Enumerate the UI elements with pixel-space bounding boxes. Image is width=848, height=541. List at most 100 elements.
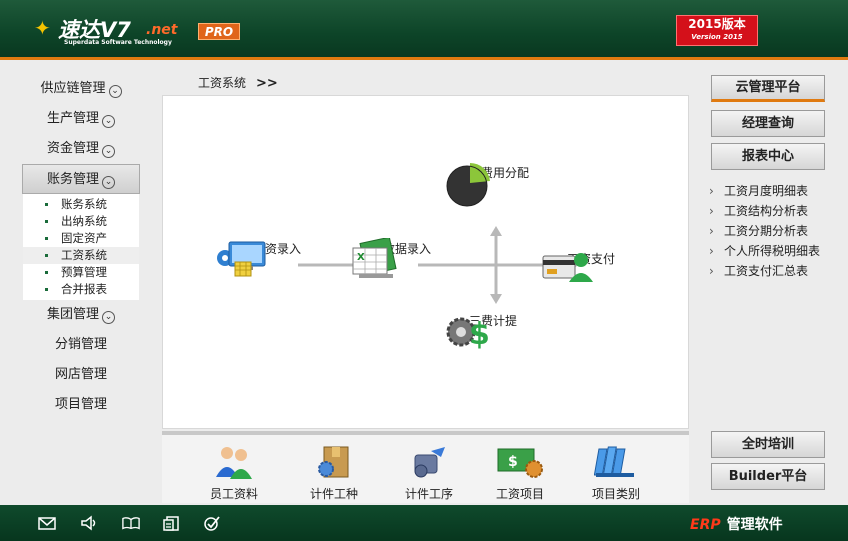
- submenu-label: 工资系统: [61, 248, 107, 262]
- node-data-entry[interactable]: X 工资数据录入: [345, 238, 445, 278]
- nav-label: 供应链管理: [40, 81, 106, 96]
- tool-piecework-type[interactable]: 计件工种: [294, 443, 374, 502]
- cloud-platform-button[interactable]: 云管理平台: [711, 75, 825, 102]
- chevron-right-icon: ›: [709, 264, 714, 278]
- node-piecework-entry[interactable]: 计件工资录入: [215, 238, 315, 277]
- report-label: 工资月度明细表: [724, 184, 809, 198]
- computer-gear-icon: [217, 241, 266, 277]
- gear-dollar-icon: $: [446, 317, 490, 350]
- nav-item-online-store[interactable]: 网店管理: [22, 360, 140, 390]
- version-subtitle: Version 2015: [691, 33, 743, 41]
- header-bar: ✦ 速达V7 .net Superdata Software Technolog…: [0, 0, 848, 60]
- book-icon[interactable]: [122, 515, 140, 531]
- bullet-icon: [45, 237, 48, 240]
- report-link-monthly-detail[interactable]: › 工资月度明细表: [708, 181, 843, 201]
- workflow-panel: 计件工资录入 X 工资数据录入 工资费用分配 工资支付: [162, 95, 689, 429]
- submenu-label: 账务系统: [61, 197, 107, 211]
- bullet-icon: [45, 288, 48, 291]
- box-gear-icon: [318, 446, 349, 478]
- logo-subtitle: Superdata Software Technology: [64, 39, 172, 46]
- submenu-item-consolidated[interactable]: 合并报表: [23, 281, 139, 298]
- report-list: › 工资月度明细表 › 工资结构分析表 › 工资分期分析表 › 个人所得税明细表 › 工资…: [708, 181, 843, 281]
- nav-item-funds[interactable]: 资金管理 ⌄: [22, 134, 140, 164]
- nav-label: 账务管理: [46, 172, 99, 187]
- check-circle-icon[interactable]: [203, 515, 221, 531]
- breadcrumb-arrow: >>: [256, 76, 278, 91]
- cash-gear-icon: $: [497, 448, 543, 478]
- nav-item-supply-chain[interactable]: 供应链管理 ⌄: [22, 74, 140, 104]
- svg-text:X: X: [357, 252, 365, 263]
- tool-label: 工资项目: [495, 487, 544, 501]
- document-icon[interactable]: [162, 515, 180, 531]
- submenu-item-cashier[interactable]: 出纳系统: [23, 213, 139, 230]
- chevron-down-icon: ⌄: [102, 176, 115, 189]
- submenu-item-accounting-system[interactable]: 账务系统: [23, 196, 139, 213]
- mail-icon[interactable]: [38, 515, 56, 531]
- report-link-payment-summary[interactable]: › 工资支付汇总表: [708, 261, 843, 281]
- nav-label: 网店管理: [54, 367, 107, 382]
- submenu-label: 合并报表: [61, 282, 107, 296]
- node-three-fees[interactable]: $ 三费计提: [443, 310, 543, 350]
- report-link-structure-analysis[interactable]: › 工资结构分析表: [708, 201, 843, 221]
- users-icon: [216, 447, 252, 479]
- svg-text:$: $: [469, 317, 490, 350]
- nav-item-projects[interactable]: 项目管理: [22, 390, 140, 420]
- chevron-right-icon: ›: [709, 204, 714, 218]
- report-label: 工资结构分析表: [724, 204, 809, 218]
- tool-payroll-items[interactable]: $ 工资项目: [480, 443, 560, 502]
- erp-logo-text: ERP: [690, 517, 721, 533]
- report-label: 个人所得税明细表: [724, 244, 821, 258]
- nav-label: 生产管理: [46, 111, 99, 126]
- left-nav: 供应链管理 ⌄ 生产管理 ⌄ 资金管理 ⌄ 账务管理 ⌄ 账务系统 出纳系统 固定资产 …: [22, 74, 140, 420]
- fulltime-training-button[interactable]: 全时培训: [711, 431, 825, 458]
- nav-item-accounting[interactable]: 账务管理 ⌄: [22, 164, 140, 194]
- report-link-period-analysis[interactable]: › 工资分期分析表: [708, 221, 843, 241]
- card-user-icon: [542, 253, 593, 282]
- report-label: 工资分期分析表: [724, 224, 809, 238]
- spreadsheet-icon: X: [352, 238, 397, 278]
- chevron-down-icon: ⌄: [108, 85, 122, 98]
- nav-item-distribution[interactable]: 分销管理: [22, 330, 140, 360]
- breadcrumb: 工资系统 >>: [198, 74, 278, 91]
- bullet-icon: [45, 203, 48, 206]
- nav-label: 项目管理: [54, 397, 107, 412]
- submenu-label: 固定资产: [61, 231, 107, 245]
- speaker-icon[interactable]: [80, 515, 98, 531]
- bullet-icon: [45, 220, 48, 223]
- bottom-toolbar: 员工资料 计件工种 计件工序 $ 工资项目 项目类别: [162, 431, 689, 503]
- books-icon: [593, 446, 634, 477]
- tool-item-category[interactable]: 项目类别: [576, 443, 656, 502]
- node-cost-allocation[interactable]: 工资费用分配: [443, 162, 543, 207]
- accounting-submenu: 账务系统 出纳系统 固定资产 工资系统 预算管理 合并报表: [23, 194, 139, 300]
- chevron-right-icon: ›: [709, 224, 714, 238]
- product-name: 管理软件: [726, 517, 783, 533]
- submenu-item-payroll[interactable]: 工资系统: [23, 247, 139, 264]
- version-title: 2015版本: [688, 17, 746, 31]
- manager-query-button[interactable]: 经理查询: [711, 110, 825, 137]
- chevron-down-icon: ⌄: [102, 311, 115, 324]
- chevron-down-icon: ⌄: [102, 145, 115, 158]
- footer-bar: ERP 管理软件: [0, 505, 848, 541]
- app-logo: ✦ 速达V7 .net Superdata Software Technolog…: [34, 12, 184, 48]
- tool-employee-info[interactable]: 员工资料: [194, 443, 274, 502]
- breadcrumb-title: 工资系统: [198, 76, 247, 90]
- svg-text:$: $: [508, 454, 518, 470]
- builder-platform-button[interactable]: Builder平台: [711, 463, 825, 490]
- submenu-item-fixed-assets[interactable]: 固定资产: [23, 230, 139, 247]
- submenu-item-budget[interactable]: 预算管理: [23, 264, 139, 281]
- version-badge: 2015版本 Version 2015: [676, 15, 758, 46]
- logo-net: .net: [146, 22, 178, 38]
- nav-label: 资金管理: [46, 141, 99, 156]
- tool-label: 计件工序: [404, 487, 453, 501]
- tool-label: 项目类别: [591, 487, 640, 501]
- report-center-button[interactable]: 报表中心: [711, 143, 825, 170]
- tool-piecework-process[interactable]: 计件工序: [389, 443, 469, 502]
- bullet-icon: [45, 271, 48, 274]
- bullet-icon: [45, 254, 48, 257]
- chevron-right-icon: ›: [709, 244, 714, 258]
- node-payroll-payment[interactable]: 工资支付: [541, 248, 641, 282]
- tool-label: 员工资料: [209, 487, 258, 501]
- report-link-income-tax-detail[interactable]: › 个人所得税明细表: [708, 241, 843, 261]
- nav-item-group[interactable]: 集团管理 ⌄: [22, 300, 140, 330]
- nav-item-production[interactable]: 生产管理 ⌄: [22, 104, 140, 134]
